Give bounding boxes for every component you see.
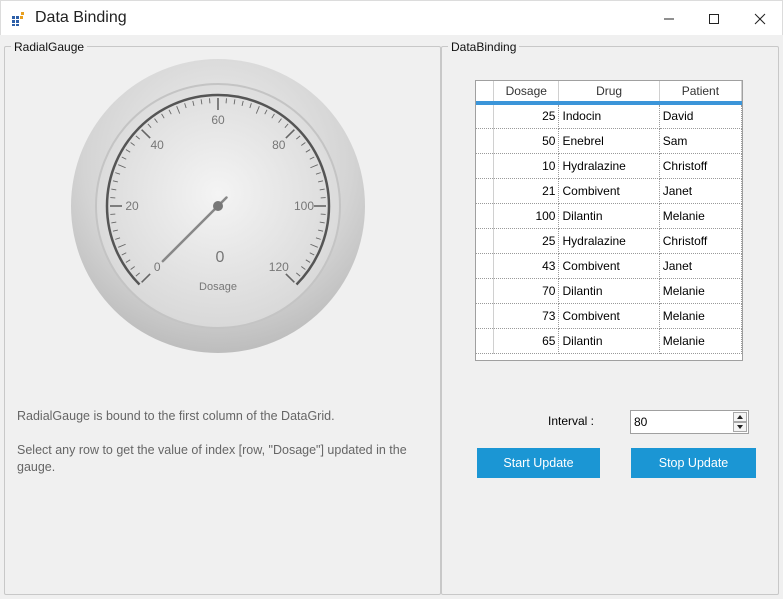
interval-label: Interval : bbox=[548, 414, 595, 428]
close-button[interactable] bbox=[737, 1, 783, 36]
cell-patient[interactable]: Janet bbox=[659, 253, 742, 279]
gauge-info-text-2: Select any row to get the value of index… bbox=[17, 443, 407, 474]
window-title: Data Binding bbox=[35, 9, 127, 26]
close-icon bbox=[754, 13, 766, 24]
row-header[interactable] bbox=[476, 328, 495, 354]
cell-patient[interactable]: Melanie bbox=[659, 203, 742, 229]
gauge-tick-label: 0 bbox=[154, 260, 161, 274]
gauge-tick-label: 20 bbox=[125, 199, 139, 213]
cell-drug[interactable]: Dilantin bbox=[558, 328, 660, 354]
cell-dosage[interactable]: 10 bbox=[493, 153, 560, 179]
table-row[interactable]: 21 Combivent Janet bbox=[476, 178, 742, 204]
cell-patient[interactable]: David bbox=[659, 103, 742, 129]
cell-drug[interactable]: Dilantin bbox=[558, 203, 660, 229]
chevron-up-icon bbox=[737, 415, 743, 419]
table-row[interactable]: 50 Enebrel Sam bbox=[476, 128, 742, 154]
spin-up-button[interactable] bbox=[733, 412, 747, 422]
cell-dosage[interactable]: 65 bbox=[493, 328, 560, 354]
table-row[interactable]: 10 Hydralazine Christoff bbox=[476, 153, 742, 179]
cell-drug[interactable]: Enebrel bbox=[558, 128, 660, 154]
column-header-drug[interactable]: Drug bbox=[558, 81, 660, 105]
radial-gauge: 0 20 40 60 80 100 120 0 Dosage bbox=[71, 59, 365, 353]
table-row[interactable]: 70 Dilantin Melanie bbox=[476, 278, 742, 304]
maximize-icon bbox=[709, 13, 719, 24]
title-bar: Data Binding bbox=[0, 0, 783, 35]
table-row[interactable]: 25 Indocin David bbox=[476, 103, 742, 129]
column-header-patient[interactable]: Patient bbox=[659, 81, 742, 105]
cell-drug[interactable]: Hydralazine bbox=[558, 228, 660, 254]
cell-dosage[interactable]: 73 bbox=[493, 303, 560, 329]
spin-down-button[interactable] bbox=[733, 422, 747, 432]
table-row[interactable]: 43 Combivent Janet bbox=[476, 253, 742, 279]
interval-value[interactable]: 80 bbox=[634, 415, 647, 429]
cell-dosage[interactable]: 25 bbox=[493, 228, 560, 254]
cell-drug[interactable]: Combivent bbox=[558, 303, 660, 329]
databinding-legend: DataBinding bbox=[448, 40, 520, 54]
gauge-tick-label: 40 bbox=[151, 138, 165, 152]
row-header[interactable] bbox=[476, 253, 495, 279]
cell-patient[interactable]: Janet bbox=[659, 178, 742, 204]
cell-patient[interactable]: Christoff bbox=[659, 228, 742, 254]
gauge-value-text: 0 bbox=[216, 249, 225, 266]
row-header-corner bbox=[476, 81, 495, 105]
gauge-info-text-1: RadialGauge is bound to the first column… bbox=[17, 409, 335, 423]
cell-dosage[interactable]: 70 bbox=[493, 278, 560, 304]
cell-patient[interactable]: Christoff bbox=[659, 153, 742, 179]
gauge-tick-label: 60 bbox=[211, 113, 225, 127]
table-row[interactable]: 73 Combivent Melanie bbox=[476, 303, 742, 329]
table-row[interactable]: 65 Dilantin Melanie bbox=[476, 328, 742, 354]
row-header[interactable] bbox=[476, 178, 495, 204]
maximize-button[interactable] bbox=[691, 1, 737, 36]
radialgauge-legend: RadialGauge bbox=[11, 40, 88, 54]
row-header[interactable] bbox=[476, 303, 495, 329]
minimize-icon bbox=[664, 18, 674, 19]
cell-drug[interactable]: Dilantin bbox=[558, 278, 660, 304]
gauge-label: Dosage bbox=[199, 281, 237, 293]
row-header[interactable] bbox=[476, 278, 495, 304]
row-header[interactable] bbox=[476, 103, 495, 129]
start-update-button[interactable]: Start Update bbox=[477, 448, 600, 478]
cell-drug[interactable]: Combivent bbox=[558, 178, 660, 204]
app-icon bbox=[12, 12, 24, 26]
column-header-dosage[interactable]: Dosage bbox=[493, 81, 560, 105]
gauge-tick-label: 120 bbox=[269, 260, 289, 274]
cell-patient[interactable]: Melanie bbox=[659, 328, 742, 354]
cell-drug[interactable]: Hydralazine bbox=[558, 153, 660, 179]
minimize-button[interactable] bbox=[646, 1, 692, 36]
data-grid[interactable]: Dosage Drug Patient 25 Indocin David 50 Eneb… bbox=[475, 80, 743, 361]
chevron-down-icon bbox=[737, 425, 743, 429]
gauge-tick-label: 100 bbox=[294, 199, 314, 213]
cell-dosage[interactable]: 21 bbox=[493, 178, 560, 204]
gauge-tick-label: 80 bbox=[272, 138, 286, 152]
table-row[interactable]: 100 Dilantin Melanie bbox=[476, 203, 742, 229]
row-header[interactable] bbox=[476, 128, 495, 154]
cell-dosage[interactable]: 100 bbox=[493, 203, 560, 229]
cell-dosage[interactable]: 43 bbox=[493, 253, 560, 279]
stop-update-button[interactable]: Stop Update bbox=[631, 448, 756, 478]
table-row[interactable]: 25 Hydralazine Christoff bbox=[476, 228, 742, 254]
cell-patient[interactable]: Melanie bbox=[659, 278, 742, 304]
row-header[interactable] bbox=[476, 153, 495, 179]
row-header[interactable] bbox=[476, 203, 495, 229]
cell-dosage[interactable]: 50 bbox=[493, 128, 560, 154]
cell-dosage[interactable]: 25 bbox=[493, 103, 560, 129]
gauge-needle-hub bbox=[213, 201, 223, 211]
interval-numeric-updown[interactable]: 80 bbox=[630, 410, 749, 434]
cell-drug[interactable]: Indocin bbox=[558, 103, 660, 129]
cell-patient[interactable]: Melanie bbox=[659, 303, 742, 329]
cell-drug[interactable]: Combivent bbox=[558, 253, 660, 279]
row-header[interactable] bbox=[476, 228, 495, 254]
cell-patient[interactable]: Sam bbox=[659, 128, 742, 154]
